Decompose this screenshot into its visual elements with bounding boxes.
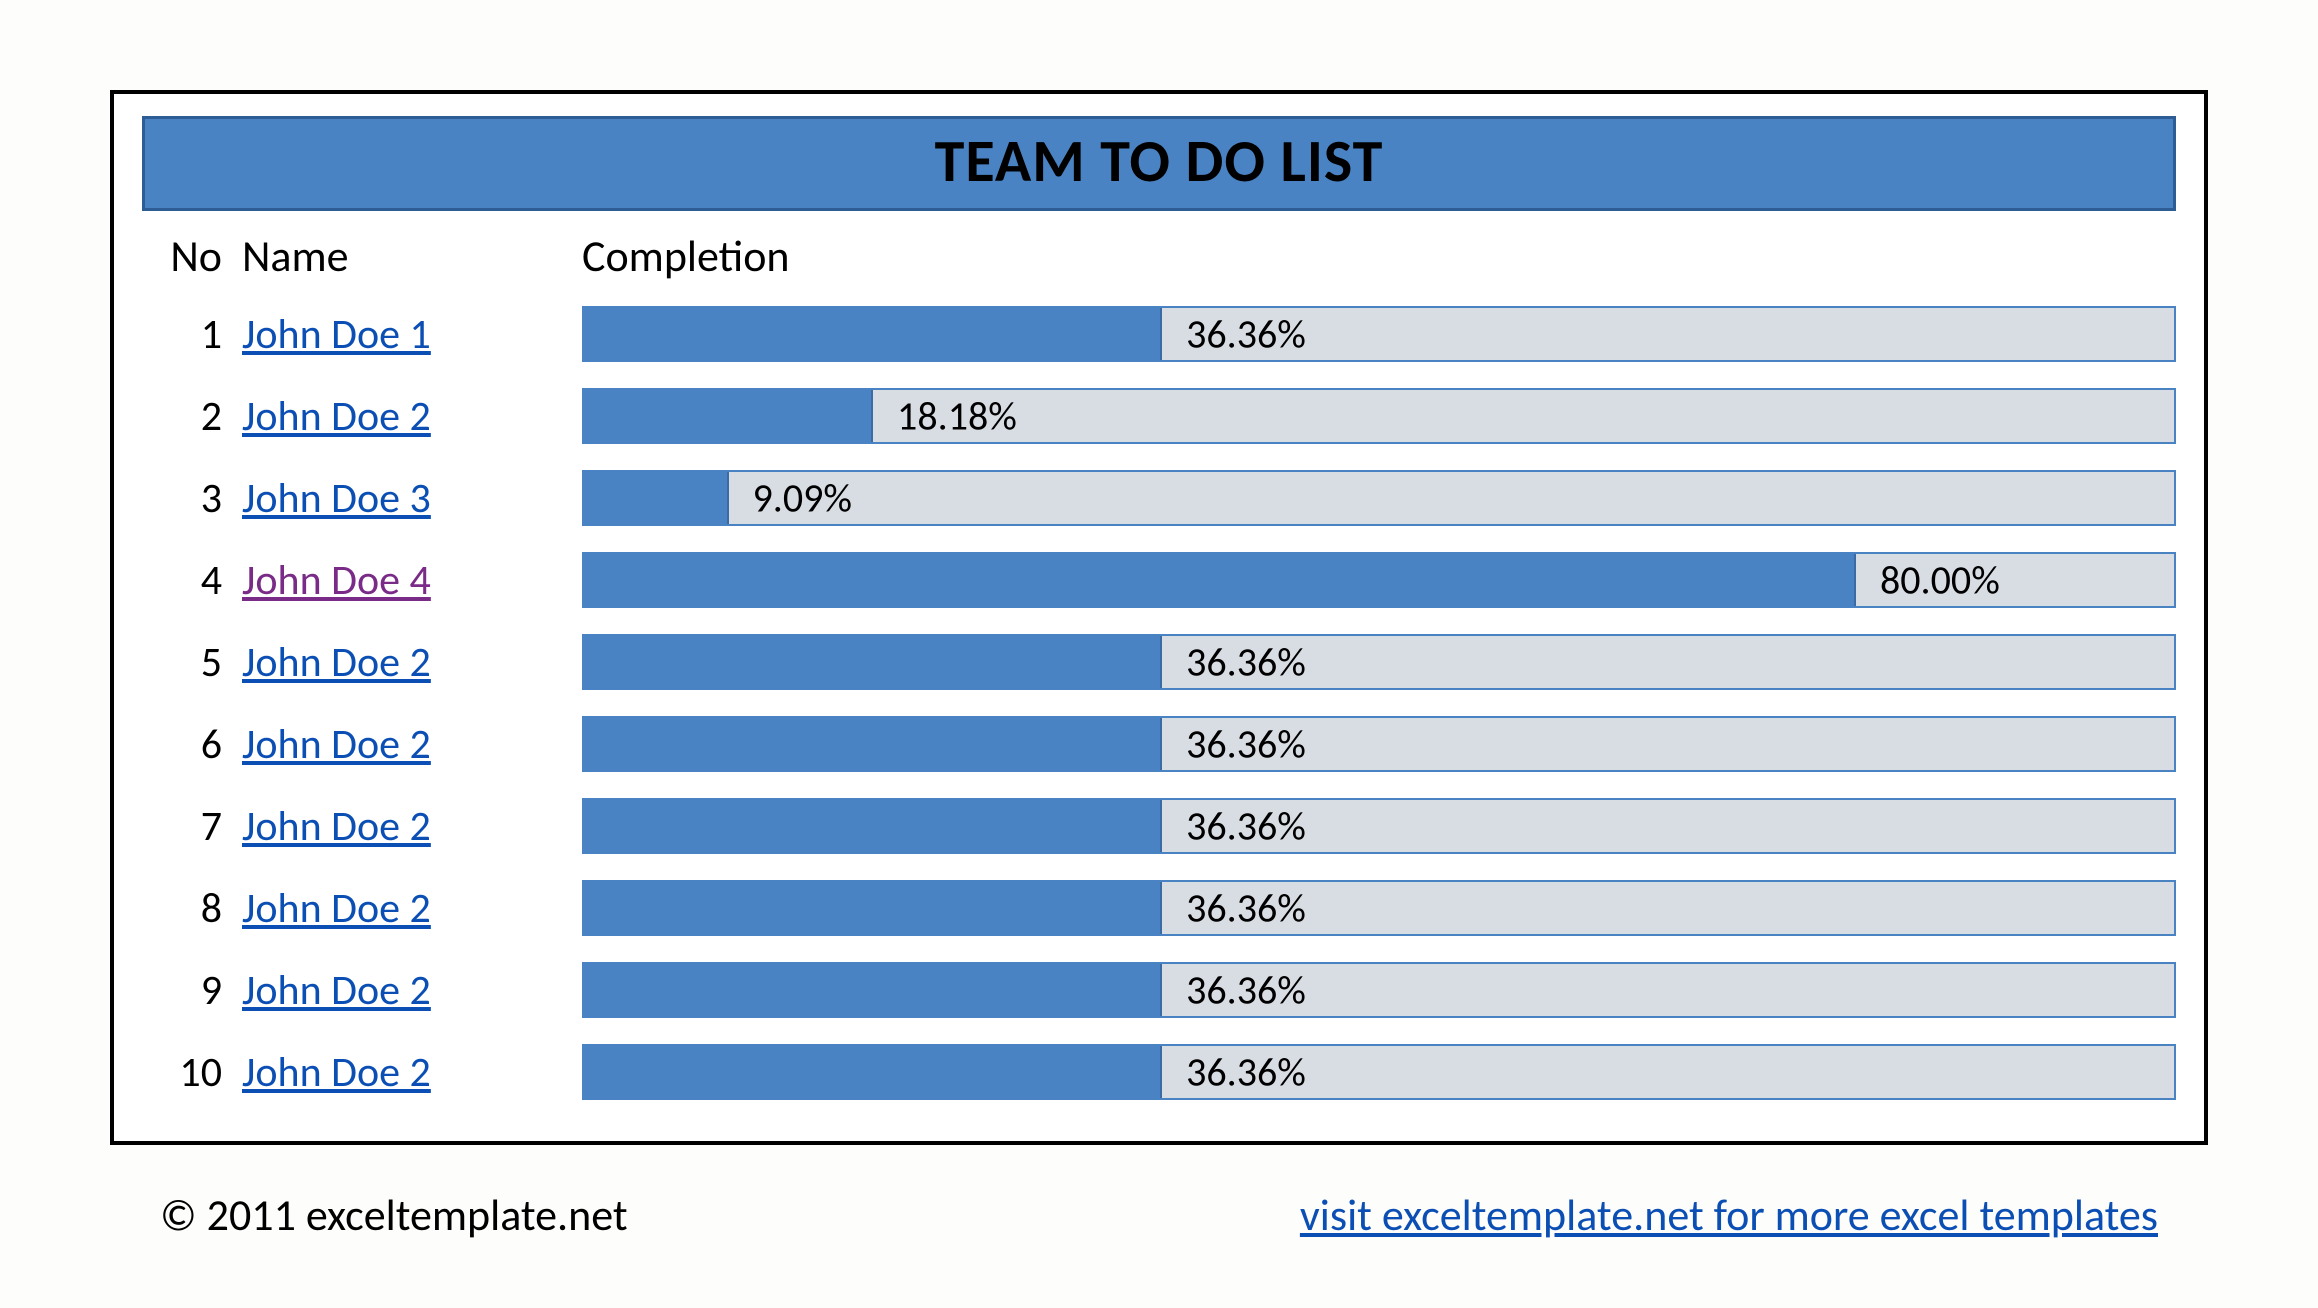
completion-label: 36.36%: [1186, 884, 1306, 933]
completion-bar: 36.36%: [582, 798, 2176, 854]
row-number: 1: [142, 309, 242, 360]
rows-container: 1John Doe 136.36%2John Doe 218.18%3John …: [142, 293, 2176, 1113]
row-name-cell: John Doe 2: [242, 637, 582, 688]
completion-bar-fill: [584, 390, 873, 442]
completion-label: 9.09%: [753, 474, 853, 523]
row-name-cell: John Doe 2: [242, 801, 582, 852]
completion-bar: 36.36%: [582, 962, 2176, 1018]
completion-label: 36.36%: [1186, 1048, 1306, 1097]
person-link[interactable]: John Doe 2: [242, 965, 431, 1016]
table-row: 1John Doe 1 36.36%: [142, 293, 2176, 375]
completion-bar-fill: [584, 964, 1162, 1016]
completion-bar-fill: [584, 1046, 1162, 1098]
completion-bar: 18.18%: [582, 388, 2176, 444]
completion-label: 80.00%: [1880, 556, 2000, 605]
row-name-cell: John Doe 2: [242, 719, 582, 770]
completion-label: 36.36%: [1186, 802, 1306, 851]
row-name-cell: John Doe 2: [242, 883, 582, 934]
more-templates-link[interactable]: visit exceltemplate.net for more excel t…: [1300, 1188, 2158, 1242]
copyright-text: © 2011 exceltemplate.net: [160, 1188, 628, 1242]
completion-bar-fill: [584, 636, 1162, 688]
completion-bar: 36.36%: [582, 716, 2176, 772]
row-name-cell: John Doe 3: [242, 473, 582, 524]
completion-bar-fill: [584, 882, 1162, 934]
row-number: 7: [142, 801, 242, 852]
row-name-cell: John Doe 4: [242, 555, 582, 606]
person-link[interactable]: John Doe 2: [242, 801, 431, 852]
footer: © 2011 exceltemplate.net visit exceltemp…: [160, 1188, 2158, 1242]
completion-bar: 36.36%: [582, 634, 2176, 690]
table-row: 2John Doe 2 18.18%: [142, 375, 2176, 457]
completion-bar-fill: [584, 800, 1162, 852]
completion-bar-fill: [584, 472, 729, 524]
row-name-cell: John Doe 2: [242, 965, 582, 1016]
completion-bar-fill: [584, 554, 1856, 606]
completion-bar: 36.36%: [582, 306, 2176, 362]
completion-bar: 80.00%: [582, 552, 2176, 608]
completion-label: 36.36%: [1186, 720, 1306, 769]
person-link[interactable]: John Doe 2: [242, 391, 431, 442]
person-link[interactable]: John Doe 2: [242, 1047, 431, 1098]
table-row: 3John Doe 3 9.09%: [142, 457, 2176, 539]
table-row: 4John Doe 4 80.00%: [142, 539, 2176, 621]
row-number: 10: [142, 1047, 242, 1098]
row-name-cell: John Doe 2: [242, 391, 582, 442]
row-number: 3: [142, 473, 242, 524]
table-row: 7John Doe 2 36.36%: [142, 785, 2176, 867]
person-link[interactable]: John Doe 1: [242, 309, 431, 360]
completion-label: 36.36%: [1186, 638, 1306, 687]
row-name-cell: John Doe 1: [242, 309, 582, 360]
todo-frame: TEAM TO DO LIST No Name Completion 1John…: [110, 90, 2208, 1145]
table-row: 6John Doe 2 36.36%: [142, 703, 2176, 785]
completion-bar: 36.36%: [582, 880, 2176, 936]
table-row: 9John Doe 2 36.36%: [142, 949, 2176, 1031]
table-row: 10John Doe 2 36.36%: [142, 1031, 2176, 1113]
header-row: No Name Completion: [142, 229, 2176, 283]
completion-label: 36.36%: [1186, 310, 1306, 359]
row-number: 4: [142, 555, 242, 606]
person-link[interactable]: John Doe 2: [242, 719, 431, 770]
row-number: 9: [142, 965, 242, 1016]
completion-bar: 36.36%: [582, 1044, 2176, 1100]
completion-bar-fill: [584, 308, 1162, 360]
table-row: 8John Doe 2 36.36%: [142, 867, 2176, 949]
person-link[interactable]: John Doe 2: [242, 883, 431, 934]
completion-bar-fill: [584, 718, 1162, 770]
person-link[interactable]: John Doe 3: [242, 473, 431, 524]
row-name-cell: John Doe 2: [242, 1047, 582, 1098]
completion-label: 18.18%: [897, 392, 1017, 441]
table-row: 5John Doe 2 36.36%: [142, 621, 2176, 703]
title-bar: TEAM TO DO LIST: [142, 116, 2176, 211]
person-link[interactable]: John Doe 2: [242, 637, 431, 688]
row-number: 5: [142, 637, 242, 688]
row-number: 6: [142, 719, 242, 770]
header-name: Name: [242, 229, 582, 283]
row-number: 2: [142, 391, 242, 442]
header-completion: Completion: [582, 229, 2176, 283]
row-number: 8: [142, 883, 242, 934]
completion-bar: 9.09%: [582, 470, 2176, 526]
person-link[interactable]: John Doe 4: [242, 555, 431, 606]
header-no: No: [142, 229, 242, 283]
completion-label: 36.36%: [1186, 966, 1306, 1015]
